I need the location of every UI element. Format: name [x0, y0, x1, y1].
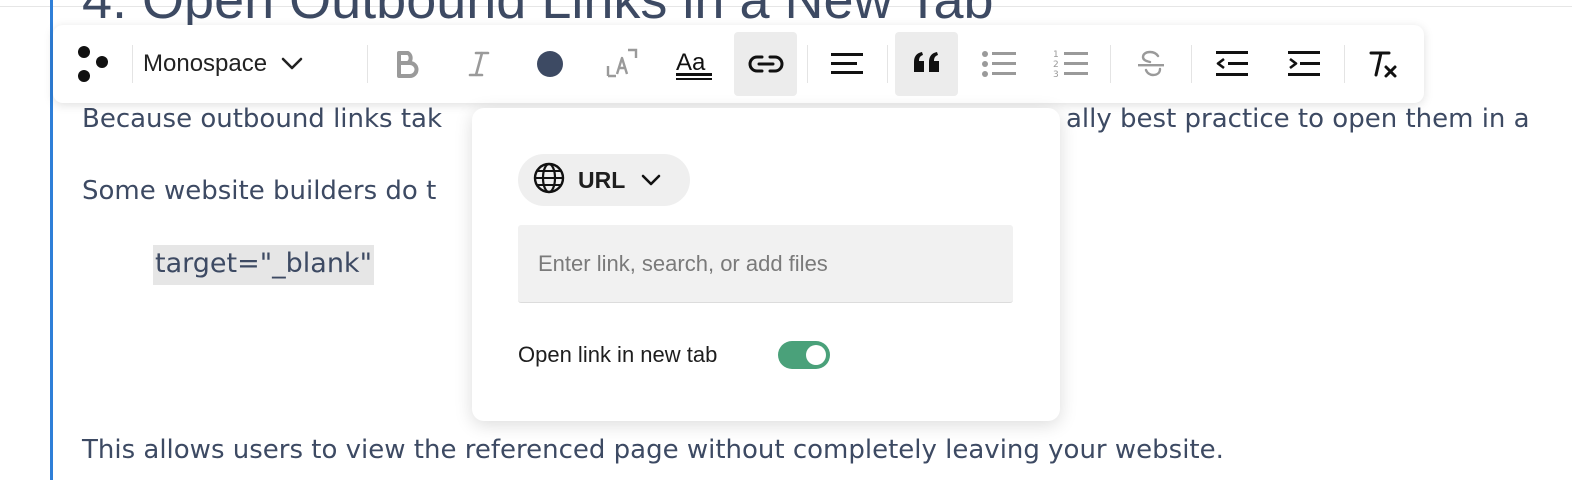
- chevron-down-icon: [281, 50, 303, 78]
- text-color-button[interactable]: [518, 32, 581, 96]
- toolbar-separator: [132, 45, 133, 83]
- formatting-toolbar: Monospace Aa 1 2 3: [53, 25, 1424, 103]
- bold-icon: [391, 48, 423, 80]
- paragraph-2[interactable]: Some website builders do t: [82, 174, 436, 208]
- font-family-select[interactable]: Monospace: [143, 38, 343, 90]
- toolbar-separator: [367, 45, 368, 83]
- globe-icon: [532, 161, 566, 199]
- font-size-button[interactable]: [590, 32, 653, 96]
- toolbar-separator: [887, 45, 888, 83]
- text-color-swatch-icon: [534, 48, 566, 80]
- toggle-knob: [806, 345, 826, 365]
- indent-icon: [1286, 49, 1322, 79]
- open-new-tab-toggle[interactable]: [778, 341, 830, 369]
- link-popup: URL Open link in new tab: [472, 108, 1060, 421]
- toolbar-separator: [807, 45, 808, 83]
- text-style-icon: Aa: [674, 46, 714, 82]
- text-style-button[interactable]: Aa: [662, 32, 725, 96]
- numbered-list-button[interactable]: 1 2 3: [1039, 32, 1102, 96]
- chevron-down-icon: [641, 171, 661, 190]
- link-icon: [746, 48, 786, 80]
- paragraph-1-start[interactable]: Because outbound links tak: [82, 102, 442, 136]
- code-snippet-selected[interactable]: target="_blank": [153, 245, 374, 285]
- align-left-icon: [829, 50, 865, 78]
- clear-formatting-icon: [1366, 48, 1402, 80]
- quote-icon: [911, 50, 943, 78]
- italic-button[interactable]: [447, 32, 510, 96]
- bullet-list-button[interactable]: [967, 32, 1030, 96]
- blockquote-button[interactable]: [895, 32, 958, 96]
- toolbar-separator: [1191, 45, 1192, 83]
- link-type-select[interactable]: URL: [518, 154, 690, 206]
- insert-link-button[interactable]: [734, 32, 797, 96]
- font-family-value: Monospace: [143, 50, 268, 77]
- link-type-value: URL: [578, 166, 626, 193]
- font-size-icon: [604, 46, 640, 82]
- svg-text:3: 3: [1053, 70, 1059, 80]
- svg-text:2: 2: [1053, 60, 1059, 70]
- outdent-icon: [1214, 49, 1250, 79]
- numbered-list-icon: 1 2 3: [1053, 48, 1089, 80]
- indent-button[interactable]: [1272, 32, 1335, 96]
- block-menu-button[interactable]: [61, 32, 124, 96]
- paragraph-1-end[interactable]: ally best practice to open them in a: [1066, 102, 1530, 136]
- paragraph-3[interactable]: This allows users to view the referenced…: [82, 433, 1224, 467]
- open-new-tab-label: Open link in new tab: [518, 342, 718, 367]
- strikethrough-icon: [1135, 48, 1167, 80]
- svg-text:Aa: Aa: [676, 49, 706, 76]
- outdent-button[interactable]: [1200, 32, 1263, 96]
- align-left-button[interactable]: [815, 32, 878, 96]
- bullet-list-icon: [981, 49, 1017, 79]
- dots-menu-icon: [69, 40, 117, 88]
- clear-formatting-button[interactable]: [1352, 32, 1415, 96]
- link-url-input[interactable]: [518, 225, 1013, 303]
- strikethrough-button[interactable]: [1119, 32, 1182, 96]
- italic-icon: [463, 48, 495, 80]
- bold-button[interactable]: [375, 32, 438, 96]
- toolbar-separator: [1110, 45, 1111, 83]
- svg-text:1: 1: [1053, 50, 1059, 60]
- toolbar-separator: [1344, 45, 1345, 83]
